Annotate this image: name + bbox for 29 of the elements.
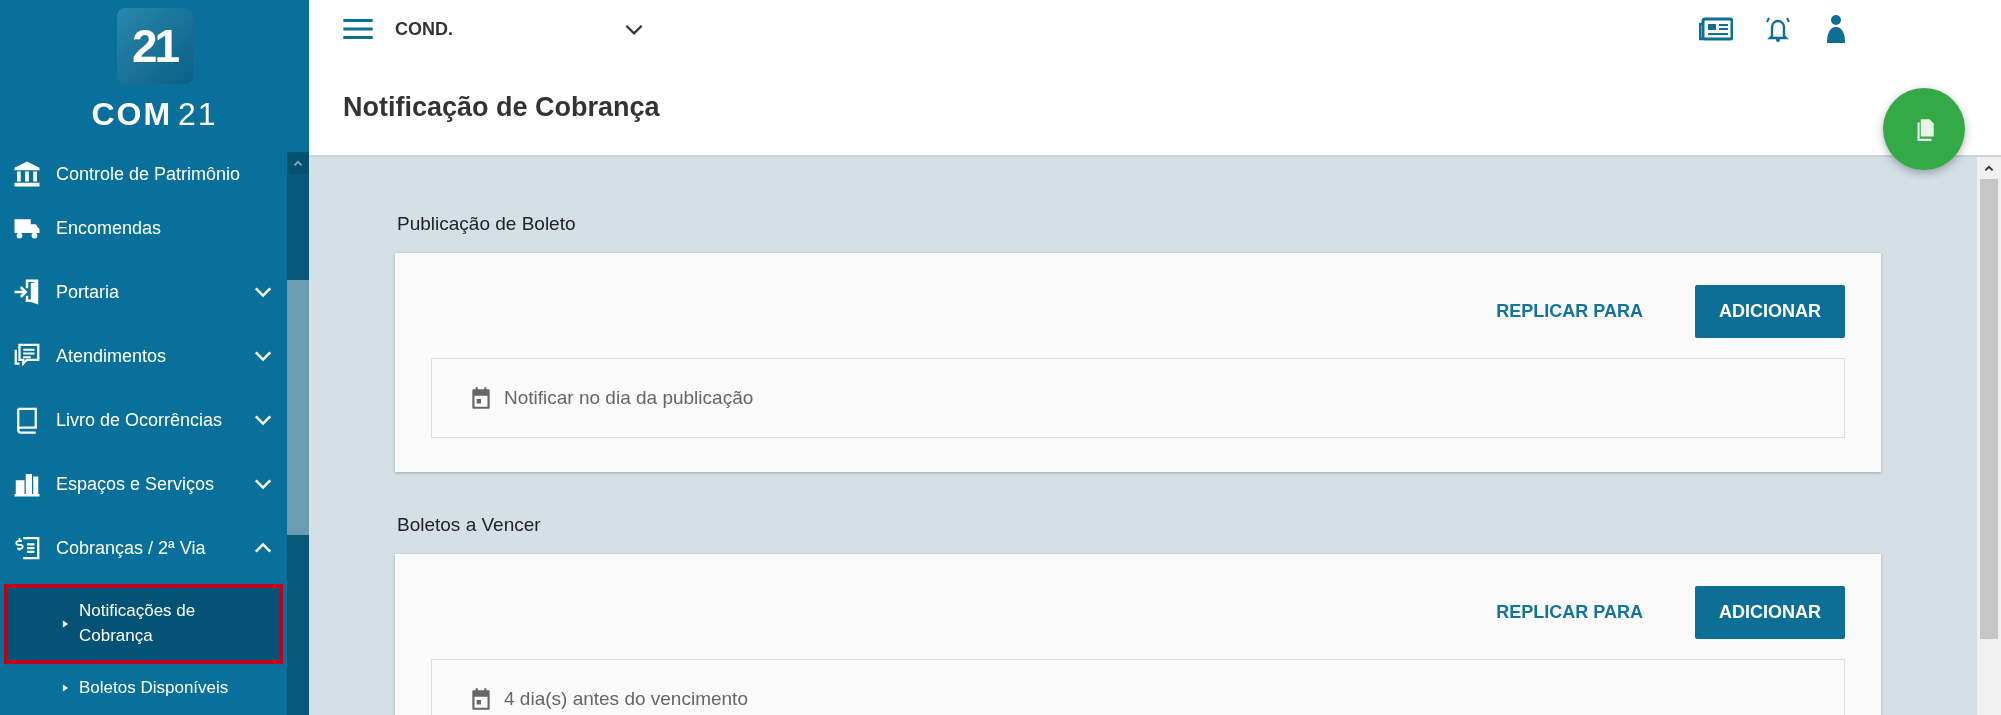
brand-number: 21 <box>178 96 218 133</box>
logo-badge: 21 <box>116 8 193 84</box>
replicate-button[interactable]: REPLICAR PARA <box>1490 300 1649 323</box>
caret-right-icon <box>62 683 69 693</box>
sidebar-item[interactable]: Atendimentos <box>0 324 287 388</box>
notification-text: Notificar no dia da publicação <box>504 387 754 409</box>
submenu-item[interactable]: Notificações de Cobrança <box>4 584 283 664</box>
scrollbar[interactable] <box>287 152 309 715</box>
caret-right-icon <box>62 619 69 629</box>
sidebar-item[interactable]: Cobranças / 2ª Via <box>0 516 287 580</box>
replicate-button[interactable]: REPLICAR PARA <box>1490 601 1649 624</box>
scrollbar[interactable] <box>1977 157 2001 715</box>
sidebar-item[interactable]: Controle de Patrimônio <box>0 152 287 196</box>
notification-text: 4 dia(s) antes do vencimento <box>504 688 748 710</box>
sidebar-item[interactable]: Encomendas <box>0 196 287 260</box>
section-title: Boletos a Vencer <box>397 514 542 536</box>
submenu-item[interactable]: Boletos Disponíveis <box>4 664 283 712</box>
bank-icon <box>12 159 42 189</box>
condo-select[interactable]: COND. <box>395 18 645 40</box>
add-button[interactable]: ADICIONAR <box>1695 586 1845 639</box>
sidebar-item[interactable]: Portaria <box>0 260 287 324</box>
menu-icon[interactable] <box>343 18 373 40</box>
sidebar-item[interactable]: Livro de Ocorrências <box>0 388 287 452</box>
add-button[interactable]: ADICIONAR <box>1695 285 1845 338</box>
brand-name: COM <box>91 96 173 133</box>
section-title: Publicação de Boleto <box>397 213 577 235</box>
copy-fab-button[interactable] <box>1883 88 1965 170</box>
page-title: Notificação de Cobrança <box>343 92 661 123</box>
sidebar-item[interactable]: Espaços e Serviços <box>0 452 287 516</box>
